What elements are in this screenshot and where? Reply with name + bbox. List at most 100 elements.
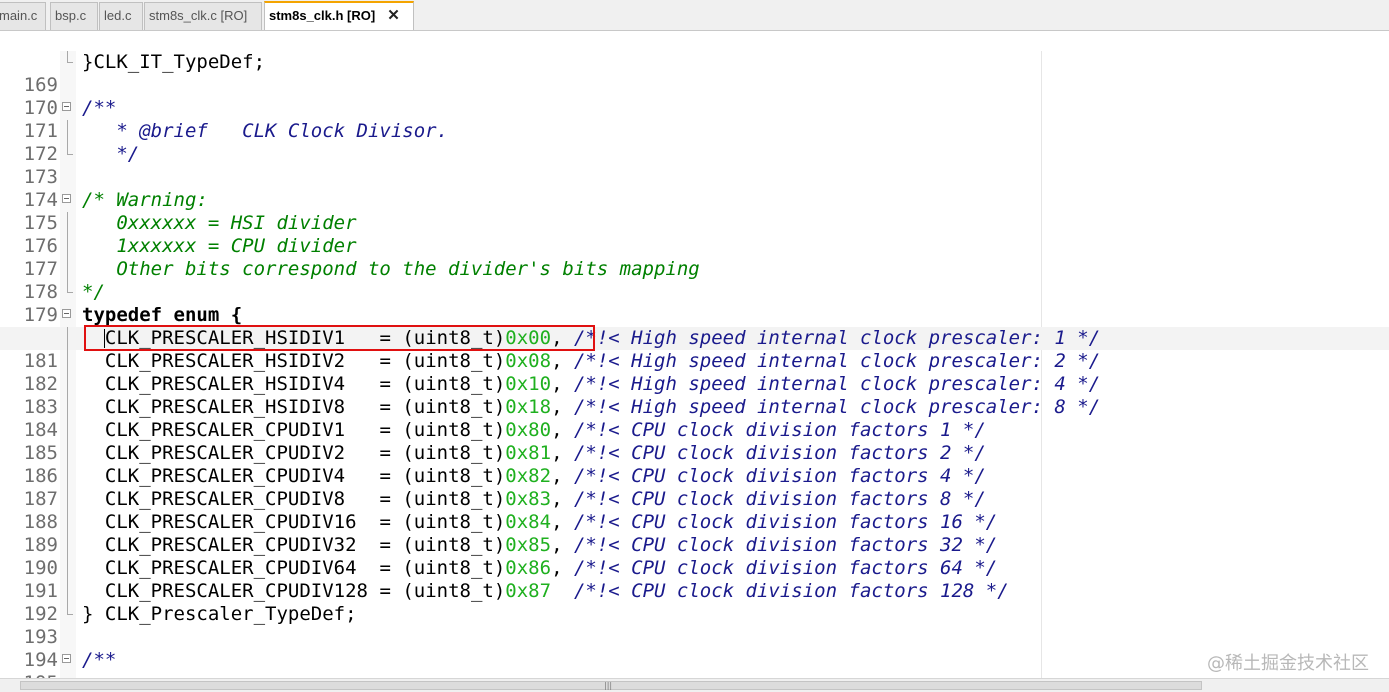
hex-value: 0x80	[505, 419, 552, 441]
comment: /*!< CPU clock division factors 4 */	[573, 465, 986, 487]
comment: /*!< High speed internal clock prescaler…	[573, 373, 1101, 395]
tab-stm8s-clk-h[interactable]: stm8s_clk.h [RO] ✕	[264, 1, 414, 30]
separator: ,	[551, 488, 563, 510]
line-text: CLK_PRESCALER_CPUDIV64 = (uint8_t)0x86, …	[82, 557, 997, 580]
fold-end-marker	[67, 281, 73, 293]
cast: = (uint8_t)	[379, 534, 506, 556]
fold-line	[67, 373, 68, 396]
code-line: 180 typedef enum {	[0, 304, 1389, 349]
code-line: 179 */	[0, 281, 1389, 326]
line-text: CLK_PRESCALER_CPUDIV2 = (uint8_t)0x81, /…	[82, 442, 986, 465]
horizontal-scrollbar[interactable]: |||	[0, 678, 1389, 692]
code-line: 187 CLK_PRESCALER_CPUDIV4 = (uint8_t)0x8…	[0, 465, 1389, 510]
code-line: 174	[0, 166, 1389, 211]
code-line: 175 /* Warning:	[0, 189, 1389, 234]
cast: = (uint8_t)	[379, 580, 506, 602]
separator: ,	[551, 373, 563, 395]
line-text: /**	[82, 649, 117, 671]
fold-toggle-icon[interactable]	[62, 194, 71, 203]
tab-label: stm8s_clk.h [RO]	[269, 8, 376, 23]
watermark: @稀土掘金技术社区	[1207, 653, 1369, 674]
line-text: CLK_PRESCALER_HSIDIV2 = (uint8_t)0x08, /…	[82, 350, 1100, 373]
code-line: 193 } CLK_Prescaler_TypeDef;	[0, 603, 1389, 648]
cast: = (uint8_t)	[379, 488, 506, 510]
line-text: CLK_PRESCALER_CPUDIV32 = (uint8_t)0x85, …	[82, 534, 997, 557]
comment: /*!< CPU clock division factors 64 */	[573, 557, 998, 579]
fold-end-marker	[67, 51, 73, 63]
hex-value: 0x10	[505, 373, 552, 395]
comment: /*!< High speed internal clock prescaler…	[573, 396, 1101, 418]
code-line: 184 CLK_PRESCALER_HSIDIV8 = (uint8_t)0x1…	[0, 396, 1389, 441]
fold-line	[67, 120, 68, 143]
line-text: */	[82, 281, 105, 303]
line-text: CLK_PRESCALER_CPUDIV4 = (uint8_t)0x82, /…	[82, 465, 986, 488]
editor-header-strip	[0, 31, 1389, 52]
comment: /*!< High speed internal clock prescaler…	[573, 350, 1101, 372]
fold-toggle-icon[interactable]	[62, 654, 71, 663]
close-icon[interactable]: ✕	[387, 3, 400, 29]
line-text: CLK_PRESCALER_CPUDIV8 = (uint8_t)0x83, /…	[82, 488, 986, 511]
code-line: 177 1xxxxxx = CPU divider	[0, 235, 1389, 280]
code-line: 169 }CLK_IT_TypeDef;	[0, 51, 1389, 96]
fold-line	[67, 258, 68, 281]
fold-line	[67, 350, 68, 373]
code-line: 192 CLK_PRESCALER_CPUDIV128 = (uint8_t)0…	[0, 580, 1389, 625]
hex-value: 0x82	[505, 465, 552, 487]
code-line: 191 CLK_PRESCALER_CPUDIV64 = (uint8_t)0x…	[0, 557, 1389, 602]
fold-line	[67, 212, 68, 235]
tab-main-c[interactable]: main.c	[0, 2, 46, 30]
fold-line	[67, 488, 68, 511]
enum-member: CLK_PRESCALER_HSIDIV1	[104, 327, 368, 349]
comment: /*!< CPU clock division factors 1 */	[573, 419, 986, 441]
line-text: /**	[82, 97, 117, 119]
separator	[551, 580, 562, 602]
tab-led-c[interactable]: led.c	[99, 2, 143, 30]
line-text: CLK_PRESCALER_HSIDIV8 = (uint8_t)0x18, /…	[82, 396, 1100, 419]
line-text: CLK_PRESCALER_HSIDIV1 = (uint8_t)0x00, /…	[82, 327, 1100, 350]
enum-member: CLK_PRESCALER_CPUDIV16	[104, 511, 368, 533]
tab-label: main.c	[0, 8, 38, 23]
separator: ,	[551, 442, 563, 464]
line-text: /* Warning:	[82, 189, 208, 211]
code-line: 178 Other bits correspond to the divider…	[0, 258, 1389, 303]
code-editor[interactable]: 169 }CLK_IT_TypeDef; 170 171 /** 172 * @…	[0, 51, 1389, 678]
hex-value: 0x18	[505, 396, 552, 418]
comment: /*!< CPU clock division factors 16 */	[573, 511, 998, 533]
enum-member: CLK_PRESCALER_CPUDIV1	[104, 419, 368, 441]
code-line: 170	[0, 74, 1389, 119]
tab-stm8s-clk-c[interactable]: stm8s_clk.c [RO]	[144, 2, 262, 30]
enum-member: CLK_PRESCALER_CPUDIV2	[104, 442, 368, 464]
line-text: CLK_PRESCALER_CPUDIV128 = (uint8_t)0x87 …	[82, 580, 1009, 603]
fold-toggle-icon[interactable]	[62, 309, 71, 318]
separator: ,	[551, 327, 563, 349]
comment: /*!< CPU clock division factors 2 */	[573, 442, 986, 464]
line-text: typedef enum {	[82, 304, 243, 326]
cast: = (uint8_t)	[379, 442, 506, 464]
fold-toggle-icon[interactable]	[62, 102, 71, 111]
hex-value: 0x08	[505, 350, 552, 372]
code-line: 183 CLK_PRESCALER_HSIDIV4 = (uint8_t)0x1…	[0, 373, 1389, 418]
separator: ,	[551, 557, 563, 579]
enum-member: CLK_PRESCALER_CPUDIV64	[104, 557, 368, 579]
line-text: 0xxxxxx = HSI divider	[82, 212, 357, 234]
hex-value: 0x86	[505, 557, 552, 579]
enum-member: CLK_PRESCALER_CPUDIV4	[104, 465, 368, 487]
code-line: 195 /**	[0, 649, 1389, 678]
fold-line	[67, 557, 68, 580]
cast: = (uint8_t)	[379, 350, 506, 372]
line-text: CLK_PRESCALER_CPUDIV16 = (uint8_t)0x84, …	[82, 511, 997, 534]
fold-line	[67, 235, 68, 258]
enum-member: CLK_PRESCALER_HSIDIV2	[104, 350, 368, 372]
code-line: 171 /**	[0, 97, 1389, 142]
separator: ,	[551, 465, 563, 487]
cast: = (uint8_t)	[379, 373, 506, 395]
cast: = (uint8_t)	[379, 465, 506, 487]
code-line: 176 0xxxxxx = HSI divider	[0, 212, 1389, 257]
separator: ,	[551, 350, 563, 372]
code-line: 189 CLK_PRESCALER_CPUDIV16 = (uint8_t)0x…	[0, 511, 1389, 556]
fold-line	[67, 511, 68, 534]
comment: /*!< CPU clock division factors 32 */	[573, 534, 998, 556]
tab-bsp-c[interactable]: bsp.c	[50, 2, 98, 30]
enum-member: CLK_PRESCALER_HSIDIV4	[104, 373, 368, 395]
comment: /*!< CPU clock division factors 128 */	[573, 580, 1009, 602]
